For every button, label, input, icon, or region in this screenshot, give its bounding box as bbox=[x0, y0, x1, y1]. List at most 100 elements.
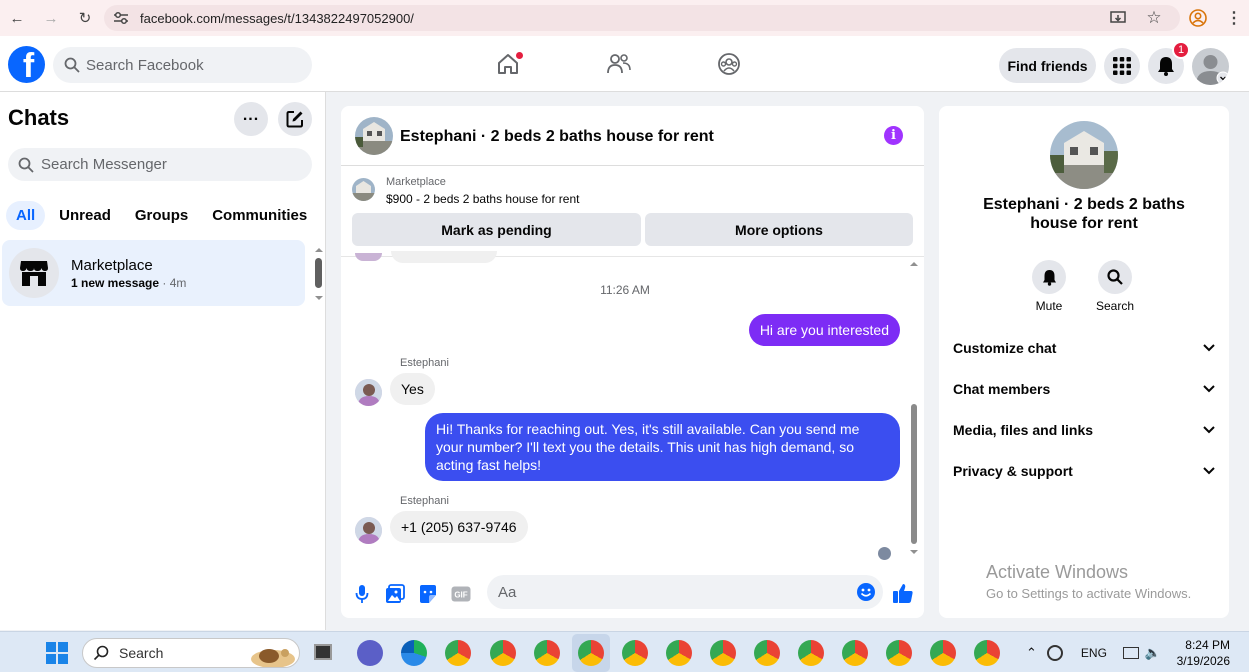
seen-receipt-avatar bbox=[878, 547, 891, 560]
display-icon[interactable] bbox=[1122, 646, 1139, 659]
windows-start-icon[interactable] bbox=[46, 642, 68, 664]
search-icon bbox=[1107, 269, 1123, 285]
search-action[interactable]: Search bbox=[1095, 260, 1135, 313]
back-icon[interactable]: ← bbox=[6, 7, 28, 29]
new-message-button[interactable] bbox=[278, 102, 312, 136]
message-input-container[interactable] bbox=[487, 575, 883, 609]
network-status-icon[interactable] bbox=[1046, 644, 1063, 661]
profile-icon[interactable] bbox=[1187, 7, 1209, 29]
listing-thumbnail[interactable] bbox=[352, 178, 375, 201]
chrome-profile-icon[interactable] bbox=[974, 640, 1000, 666]
clock-time: 8:24 PM bbox=[1185, 638, 1230, 652]
groups-icon bbox=[718, 53, 740, 75]
forward-icon[interactable]: → bbox=[40, 7, 62, 29]
taskbar-clock[interactable]: 8:24 PM 3/19/2026 bbox=[1168, 637, 1230, 669]
scroll-thumb[interactable] bbox=[911, 404, 917, 544]
chevron-down-icon bbox=[1203, 344, 1215, 352]
chrome-profile-icon[interactable] bbox=[798, 640, 824, 666]
section-chat-members[interactable]: Chat members bbox=[953, 377, 1215, 401]
outgoing-message[interactable]: Hi are you interested bbox=[748, 314, 900, 346]
chrome-profile-icon[interactable] bbox=[445, 640, 471, 666]
friends-nav[interactable] bbox=[599, 46, 639, 82]
chrome-profile-icon[interactable] bbox=[666, 640, 692, 666]
task-view-icon[interactable] bbox=[314, 644, 332, 660]
edge-browser-icon[interactable] bbox=[401, 640, 427, 666]
language-indicator[interactable]: ENG bbox=[1081, 646, 1107, 660]
scroll-up-icon[interactable] bbox=[315, 246, 323, 254]
search-in-chat-button[interactable] bbox=[1098, 260, 1132, 294]
marketplace-avatar bbox=[9, 248, 59, 298]
site-info-icon[interactable] bbox=[112, 9, 130, 27]
menu-grid-button[interactable] bbox=[1104, 48, 1140, 84]
address-bar[interactable]: facebook.com/messages/t/1343822497052900… bbox=[104, 5, 1180, 31]
menu-kebab-icon[interactable]: ⋮ bbox=[1223, 7, 1245, 29]
marketplace-listing-bar: Marketplace $900 - 2 beds 2 baths house … bbox=[341, 166, 924, 256]
scroll-down-icon[interactable] bbox=[315, 294, 323, 302]
groups-nav[interactable] bbox=[709, 46, 749, 82]
incoming-message[interactable]: +1 (205) 637-9746 bbox=[390, 511, 528, 543]
outgoing-message[interactable]: Hi! Thanks for reaching out. Yes, it's s… bbox=[425, 413, 900, 481]
show-hidden-icons-icon[interactable]: ⌃ bbox=[1026, 645, 1037, 661]
info-icon[interactable]: i bbox=[884, 126, 903, 145]
chrome-profile-icon[interactable] bbox=[534, 640, 560, 666]
account-avatar[interactable] bbox=[1192, 48, 1229, 85]
microphone-icon[interactable] bbox=[351, 583, 373, 605]
messenger-search[interactable] bbox=[8, 148, 312, 181]
more-options-button[interactable]: More options bbox=[645, 213, 913, 246]
house-listing-avatar[interactable] bbox=[355, 117, 393, 155]
watermark-subtitle: Go to Settings to activate Windows. bbox=[986, 586, 1192, 601]
home-nav[interactable] bbox=[488, 46, 528, 82]
volume-icon[interactable]: 🔈 bbox=[1145, 645, 1161, 661]
teams-chat-icon[interactable] bbox=[357, 640, 383, 666]
section-media-files-links[interactable]: Media, files and links bbox=[953, 418, 1215, 442]
estephani-avatar[interactable] bbox=[355, 379, 382, 406]
filter-groups[interactable]: Groups bbox=[125, 201, 198, 230]
section-label: Chat members bbox=[953, 381, 1051, 397]
section-privacy-support[interactable]: Privacy & support bbox=[953, 459, 1215, 483]
chrome-profile-icon[interactable] bbox=[842, 640, 868, 666]
filter-communities[interactable]: Communities bbox=[202, 201, 317, 230]
install-app-icon[interactable] bbox=[1107, 7, 1129, 29]
conversation-title[interactable]: Estephani · 2 beds 2 baths house for ren… bbox=[400, 128, 714, 146]
mark-pending-button[interactable]: Mark as pending bbox=[352, 213, 641, 246]
reload-icon[interactable]: ↻ bbox=[74, 7, 96, 29]
mute-action[interactable]: Mute bbox=[1029, 260, 1069, 313]
scroll-thumb[interactable] bbox=[315, 258, 322, 288]
emoji-icon[interactable] bbox=[856, 582, 876, 602]
url-text[interactable]: facebook.com/messages/t/1343822497052900… bbox=[140, 11, 414, 26]
incoming-message[interactable]: Yes bbox=[390, 373, 435, 405]
photo-icon[interactable] bbox=[384, 583, 406, 605]
chrome-profile-icon[interactable] bbox=[930, 640, 956, 666]
estephani-avatar[interactable] bbox=[355, 517, 382, 544]
scroll-down-icon[interactable] bbox=[909, 548, 919, 556]
gif-icon[interactable]: GIF bbox=[450, 583, 472, 605]
chat-list-scrollbar[interactable] bbox=[314, 246, 323, 306]
thread-scrollbar[interactable] bbox=[909, 254, 921, 566]
facebook-search-input[interactable] bbox=[86, 56, 312, 74]
message-input[interactable] bbox=[498, 583, 856, 601]
find-friends-button[interactable]: Find friends bbox=[999, 48, 1096, 83]
chrome-profile-icon[interactable] bbox=[490, 640, 516, 666]
sticker-icon[interactable] bbox=[417, 583, 439, 605]
like-thumbs-up-icon[interactable] bbox=[892, 582, 914, 604]
facebook-logo-icon[interactable]: f bbox=[8, 46, 45, 83]
taskbar-search[interactable]: Search bbox=[82, 638, 300, 668]
mute-button[interactable] bbox=[1032, 260, 1066, 294]
messenger-search-input[interactable] bbox=[41, 156, 312, 173]
scroll-up-icon[interactable] bbox=[909, 260, 919, 268]
filter-unread[interactable]: Unread bbox=[49, 201, 121, 230]
chrome-profile-icon[interactable] bbox=[754, 640, 780, 666]
chrome-profile-icon[interactable] bbox=[886, 640, 912, 666]
filter-all[interactable]: All bbox=[6, 201, 46, 230]
listing-profile-image[interactable] bbox=[1050, 121, 1118, 189]
chrome-profile-icon[interactable] bbox=[622, 640, 648, 666]
chrome-profile-icon-active[interactable] bbox=[578, 640, 604, 666]
chat-options-button[interactable]: ... bbox=[234, 102, 268, 136]
chrome-profile-icon[interactable] bbox=[710, 640, 736, 666]
facebook-search[interactable] bbox=[53, 47, 312, 83]
section-customize-chat[interactable]: Customize chat bbox=[953, 336, 1215, 360]
system-tray: ⌃ ENG 🔈 bbox=[1026, 632, 1161, 672]
bookmark-star-icon[interactable]: ☆ bbox=[1143, 7, 1165, 29]
listing-price-title[interactable]: $900 - 2 beds 2 baths house for rent bbox=[386, 192, 579, 206]
chat-list-item[interactable]: Marketplace 1 new message · 4m bbox=[2, 240, 305, 306]
